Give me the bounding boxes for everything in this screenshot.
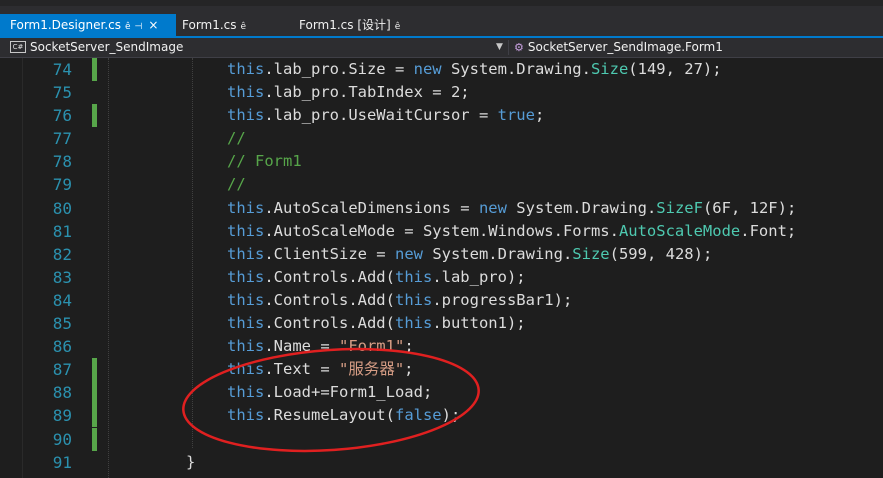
tab-label: Form1.cs [设计]: [299, 18, 391, 32]
code-line-89: this.ResumeLayout(false);: [227, 406, 461, 424]
csharp-project-icon: C#: [10, 40, 26, 53]
chevron-down-icon[interactable]: ▼: [496, 38, 503, 57]
code-line-83: this.Controls.Add(this.lab_pro);: [227, 268, 526, 286]
closing-brace: }: [186, 453, 196, 471]
code-line-86: this.Name = "Form1";: [227, 337, 414, 355]
tab-form1-design[interactable]: Form1.cs [设计] ê: [299, 14, 400, 36]
project-dropdown[interactable]: C# SocketServer_SendImage: [10, 38, 183, 57]
line-number: 81: [52, 222, 72, 241]
lock-icon: ê: [240, 22, 247, 32]
line-number: 79: [52, 175, 72, 194]
code-line-82: this.ClientSize = new System.Drawing.Siz…: [227, 245, 713, 263]
type-dropdown[interactable]: ⚙ SocketServer_SendImage.Form1: [514, 38, 723, 57]
code-editor[interactable]: 74 75 76 77 78 79 80 81 82 83 84 85 86 87 88 89 90 91 thi…: [0, 58, 883, 478]
tab-label: Form1.cs: [182, 18, 237, 32]
line-row: 79: [0, 173, 883, 196]
line-number: 91: [52, 453, 72, 472]
line-number: 77: [52, 129, 72, 148]
type-dropdown-label: SocketServer_SendImage.Form1: [527, 40, 723, 54]
line-row: 77: [0, 127, 883, 150]
line-row: 90: [0, 428, 883, 451]
line-number: 74: [52, 60, 72, 79]
code-line-76: this.lab_pro.UseWaitCursor = true;: [227, 106, 545, 124]
document-tab-bar: Form1.Designer.cs ê ⊣ × Form1.cs ê Form1.cs …: [0, 0, 883, 38]
change-marker: [92, 404, 97, 427]
project-dropdown-label: SocketServer_SendImage: [30, 40, 184, 54]
line-number: 80: [52, 199, 72, 218]
pin-icon[interactable]: ⊣: [135, 22, 143, 32]
line-row: 88: [0, 381, 883, 404]
line-number: 85: [52, 314, 72, 333]
line-number: 76: [52, 106, 72, 125]
code-line-74: this.lab_pro.Size = new System.Drawing.S…: [227, 60, 722, 78]
line-row: 91: [0, 451, 883, 474]
line-number: 86: [52, 337, 72, 356]
tab-form1-cs[interactable]: Form1.cs ê: [182, 14, 246, 36]
tab-label: Form1.Designer.cs: [10, 18, 121, 32]
line-number: 83: [52, 268, 72, 287]
code-line-79: //: [227, 175, 246, 193]
change-marker: [92, 428, 97, 451]
close-icon[interactable]: ×: [148, 18, 158, 32]
title-strip: [0, 0, 883, 6]
line-number: 84: [52, 291, 72, 310]
line-row: 86: [0, 335, 883, 358]
tab-form1-designer[interactable]: Form1.Designer.cs ê ⊣ ×: [0, 14, 176, 36]
code-line-75: this.lab_pro.TabIndex = 2;: [227, 83, 470, 101]
line-number: 82: [52, 245, 72, 264]
nav-separator: [508, 40, 509, 55]
change-marker: [92, 104, 97, 127]
code-line-77: //: [227, 129, 246, 147]
line-number: 78: [52, 152, 72, 171]
line-row: 78: [0, 150, 883, 173]
code-line-85: this.Controls.Add(this.button1);: [227, 314, 526, 332]
code-line-84: this.Controls.Add(this.progressBar1);: [227, 291, 573, 309]
line-number: 90: [52, 430, 72, 449]
code-line-88: this.Load+=Form1_Load;: [227, 383, 433, 401]
line-number: 87: [52, 360, 72, 379]
line-number: 75: [52, 83, 72, 102]
change-marker: [92, 58, 97, 81]
code-line-80: this.AutoScaleDimensions = new System.Dr…: [227, 199, 797, 217]
change-marker: [92, 381, 97, 404]
line-number: 89: [52, 406, 72, 425]
class-icon: ⚙: [514, 41, 524, 54]
code-line-87: this.Text = "服务器";: [227, 360, 414, 378]
navigation-bar: C# SocketServer_SendImage ▼ ⚙ SocketServer…: [0, 38, 883, 58]
line-row: 87: [0, 358, 883, 381]
lock-icon: ê: [394, 22, 401, 32]
line-number: 88: [52, 383, 72, 402]
change-marker: [92, 358, 97, 381]
code-line-78: // Form1: [227, 152, 302, 170]
code-line-81: this.AutoScaleMode = System.Windows.Form…: [227, 222, 797, 240]
lock-icon: ê: [125, 22, 131, 32]
